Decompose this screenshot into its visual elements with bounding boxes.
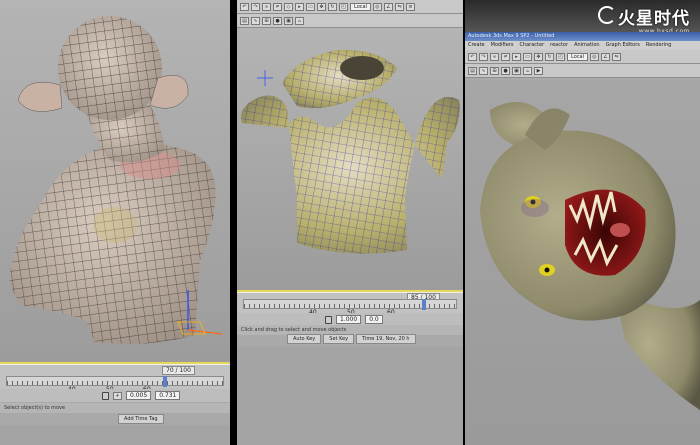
- perspective-viewport[interactable]: [237, 28, 463, 290]
- unlink-icon[interactable]: ≠: [501, 52, 510, 61]
- lock-icon[interactable]: [325, 315, 332, 324]
- menu-modifiers[interactable]: Modifiers: [491, 41, 514, 50]
- mirror-icon[interactable]: ⇋: [611, 52, 621, 61]
- move-icon[interactable]: ✥: [534, 52, 543, 61]
- coord-field-a[interactable]: 1.000: [336, 315, 362, 324]
- main-toolbar-row-1: ↶ ↷ ∞ ≠ ◇ ▸ ▭ ✥ ↻ ◰ Local ◎ ∠ ⇋ ≡: [237, 0, 463, 14]
- unlink-icon[interactable]: ≠: [273, 2, 282, 11]
- curve-editor-icon[interactable]: ∿: [479, 66, 488, 75]
- auto-key-tab[interactable]: Auto Key: [287, 334, 322, 344]
- time-tag-tabs: Add Time Tag: [118, 414, 164, 424]
- site-logo: 火星时代 www.hxsd.com: [598, 4, 690, 35]
- perspective-viewport[interactable]: [465, 80, 700, 445]
- mesh-render-front: [241, 49, 460, 254]
- link-icon[interactable]: ∞: [490, 52, 499, 61]
- frame-counter: 70 / 100: [162, 366, 195, 375]
- status-prompt: Select object(s) to move: [0, 403, 230, 413]
- time-slider-track[interactable]: [6, 376, 224, 387]
- lock-icon[interactable]: [102, 391, 109, 400]
- window-title-bar: Autodesk 3ds Max 9 SP2 - Untitled: [465, 32, 700, 41]
- creature-render: [480, 102, 700, 410]
- scale-icon[interactable]: ◰: [339, 2, 348, 11]
- scale-icon[interactable]: ◰: [556, 52, 565, 61]
- curve-editor-icon[interactable]: ∿: [251, 16, 260, 25]
- link-icon[interactable]: ∞: [262, 2, 271, 11]
- menu-rendering[interactable]: Rendering: [646, 41, 672, 50]
- mesh-render-back: [9, 16, 223, 344]
- menu-character[interactable]: Character: [519, 41, 544, 50]
- rotate-icon[interactable]: ↻: [545, 52, 554, 61]
- tick-strip: [7, 381, 223, 385]
- select-region-icon[interactable]: ▭: [523, 52, 532, 61]
- coord-field-b[interactable]: 0.0: [365, 315, 383, 324]
- select-icon[interactable]: ▸: [295, 2, 304, 11]
- pivot-icon[interactable]: ◎: [589, 52, 599, 61]
- coord-field-b[interactable]: 0.731: [155, 391, 181, 400]
- redo-icon[interactable]: ↷: [479, 52, 488, 61]
- time-slider-track[interactable]: [243, 299, 457, 310]
- menu-graph-editors[interactable]: Graph Editors: [606, 41, 640, 50]
- snap-icon[interactable]: ∠: [383, 2, 393, 11]
- schematic-icon[interactable]: ⊞: [262, 16, 271, 25]
- logo-swirl-icon: [598, 6, 616, 24]
- viewport-panel-back-view: 70 / 100 40 50 60 + 0.005 0.731 Select o…: [0, 0, 230, 445]
- undo-icon[interactable]: ↶: [240, 2, 249, 11]
- menu-reactor[interactable]: reactor: [550, 41, 568, 50]
- layer-icon[interactable]: ▤: [240, 16, 249, 25]
- main-toolbar-row-2: ▤ ∿ ⊞ ● ▣ ☕ ▶: [465, 64, 700, 78]
- menu-bar: Create Modifiers Character reactor Anima…: [465, 41, 700, 50]
- rotate-icon[interactable]: ↻: [328, 2, 337, 11]
- align-icon[interactable]: ≡: [405, 2, 415, 11]
- mirror-icon[interactable]: ⇋: [394, 2, 404, 11]
- menu-animation[interactable]: Animation: [574, 41, 600, 50]
- logo-brand-text: 火星时代: [618, 9, 690, 29]
- coordinate-row: + 0.005 0.731: [0, 389, 230, 402]
- add-time-tag-tab[interactable]: Add Time Tag: [118, 414, 164, 424]
- set-key-tab[interactable]: Set Key: [323, 334, 355, 344]
- snap-icon[interactable]: ∠: [600, 52, 610, 61]
- select-icon[interactable]: ▸: [512, 52, 521, 61]
- viewport-panel-front-view: ↶ ↷ ∞ ≠ ◇ ▸ ▭ ✥ ↻ ◰ Local ◎ ∠ ⇋ ≡ ▤ ∿ ⊞ …: [237, 0, 463, 445]
- main-toolbar-row-1: ↶ ↷ ∞ ≠ ▸ ▭ ✥ ↻ ◰ Local ◎ ∠ ⇋: [465, 50, 700, 64]
- undo-icon[interactable]: ↶: [468, 52, 477, 61]
- move-icon[interactable]: ✥: [317, 2, 326, 11]
- absolute-mode-icon[interactable]: +: [113, 391, 122, 400]
- render-icon[interactable]: ☕: [523, 66, 532, 75]
- layer-icon[interactable]: ▤: [468, 66, 477, 75]
- select-region-icon[interactable]: ▭: [306, 2, 315, 11]
- reference-coord-dropdown[interactable]: Local: [567, 52, 588, 61]
- bind-icon[interactable]: ◇: [284, 2, 293, 11]
- menu-create[interactable]: Create: [468, 41, 485, 50]
- time-slider-thumb[interactable]: [162, 376, 167, 387]
- redo-icon[interactable]: ↷: [251, 2, 260, 11]
- bottom-gray-area: [237, 347, 463, 445]
- time-slider-thumb[interactable]: [422, 299, 427, 310]
- schematic-icon[interactable]: ⊞: [490, 66, 499, 75]
- render-setup-icon[interactable]: ▣: [512, 66, 521, 75]
- pivot-icon[interactable]: ◎: [372, 2, 382, 11]
- key-tabs: Auto Key Set Key Time 19, Nov, 20 h: [287, 334, 416, 344]
- material-editor-icon[interactable]: ●: [501, 66, 510, 75]
- time-tag-label: Time 19, Nov, 20 h: [356, 334, 416, 344]
- material-editor-icon[interactable]: ●: [273, 16, 282, 25]
- quick-render-icon[interactable]: ▶: [534, 66, 543, 75]
- bottom-strip: [0, 425, 230, 445]
- main-toolbar-row-2: ▤ ∿ ⊞ ● ▣ ☕: [237, 14, 463, 28]
- render-setup-icon[interactable]: ▣: [284, 16, 293, 25]
- time-slider[interactable]: 70 / 100 40 50 60: [0, 364, 230, 393]
- perspective-viewport[interactable]: [0, 0, 230, 362]
- coord-field-a[interactable]: 0.005: [126, 391, 152, 400]
- viewport-panel-render: 火星时代 www.hxsd.com Autodesk 3ds Max 9 SP2…: [465, 0, 700, 445]
- render-icon[interactable]: ☕: [295, 16, 304, 25]
- reference-coord-dropdown[interactable]: Local: [350, 2, 371, 11]
